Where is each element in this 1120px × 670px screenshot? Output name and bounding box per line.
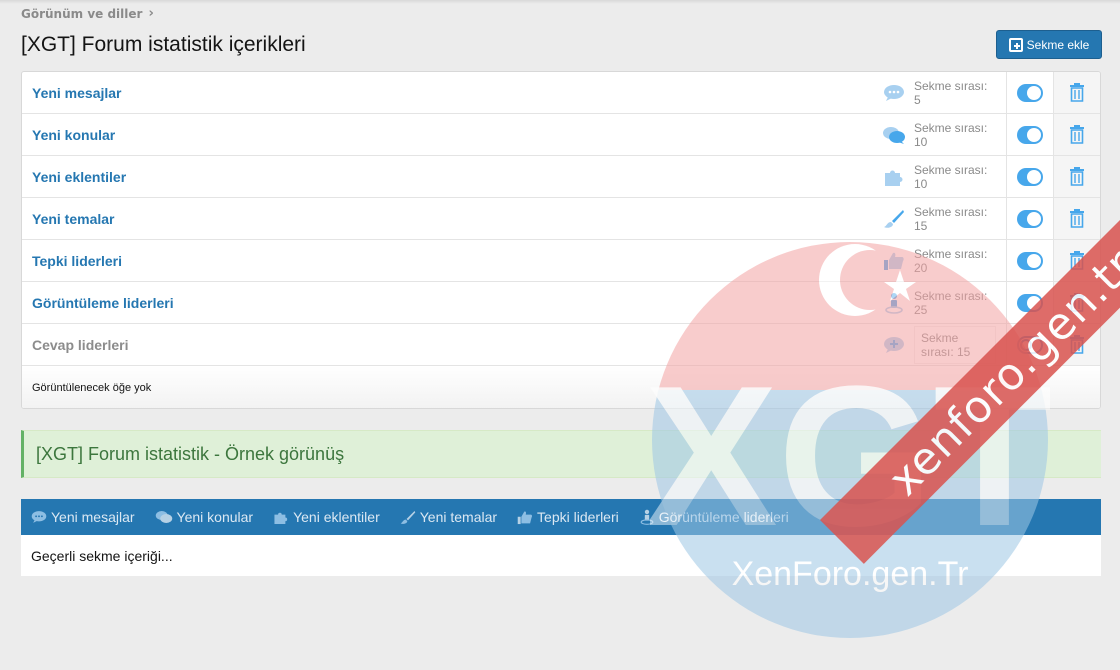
street-view-icon [640,509,654,525]
list-item: Cevap liderleri Sekme sırası: 15 [22,324,1100,366]
toggle-cell [1006,72,1053,113]
tab-name-link[interactable]: Yeni mesajlar [22,72,874,113]
delete-cell [1053,282,1100,323]
paint-brush-icon [400,510,416,524]
top-shadow [0,0,1120,4]
enable-toggle[interactable] [1017,167,1043,186]
tab-name-link[interactable]: Görüntüleme liderleri [22,282,874,323]
toggle-cell [1006,282,1053,323]
toggle-cell [1006,156,1053,197]
list-item: Yeni mesajlar Sekme sırası: 5 [22,72,1100,114]
tab-order: Sekme sırası: 5 [914,78,988,107]
comment-dots-icon [874,72,914,113]
tab-order: Sekme sırası: 15 [914,324,1006,365]
delete-cell [1053,72,1100,113]
puzzle-icon [274,512,288,524]
comment-dots-icon [31,511,47,523]
list-item: Yeni eklentiler Sekme sırası: 10 [22,156,1100,198]
comments-icon [874,114,914,155]
toggle-cell [1006,198,1053,239]
preview-tabs: Yeni mesajlar Yeni konular Yeni eklentil… [21,499,1101,535]
list-item: Görüntüleme liderleri Sekme sırası: 25 [22,282,1100,324]
puzzle-icon [874,156,914,197]
tab-order: Sekme sırası: 20 [914,246,988,275]
trash-icon[interactable] [1069,125,1085,144]
enable-toggle[interactable] [1017,83,1043,102]
delete-cell [1053,324,1100,365]
add-tab-label: Sekme ekle [1026,37,1090,52]
tab-reaction-leaders[interactable]: Tepki liderleri [517,509,619,525]
delete-cell [1053,198,1100,239]
trash-icon[interactable] [1069,251,1085,270]
delete-cell [1053,156,1100,197]
delete-cell [1053,240,1100,281]
page-title: [XGT] Forum istatistik içerikleri [21,33,306,56]
list-item: Yeni temalar Sekme sırası: 15 [22,198,1100,240]
tab-name-link[interactable]: Yeni eklentiler [22,156,874,197]
list-footer: Görüntülenecek öğe yok [22,366,1100,408]
tab-name-link[interactable]: Yeni temalar [22,198,874,239]
preview-title: [XGT] Forum istatistik - Örnek görünüş [21,430,1101,478]
tab-list: Yeni mesajlar Sekme sırası: 5 Yeni konul… [21,71,1101,409]
tab-new-threads[interactable]: Yeni konular [155,509,253,525]
tab-name-link[interactable]: Tepki liderleri [22,240,874,281]
plus-square-icon [1008,37,1023,52]
enable-toggle[interactable] [1017,209,1043,228]
enable-toggle[interactable] [1017,293,1043,312]
toggle-cell [1006,240,1053,281]
breadcrumb[interactable]: Görünüm ve diller › [21,6,154,21]
toggle-cell [1006,324,1053,365]
trash-icon[interactable] [1069,209,1085,228]
tab-new-themes[interactable]: Yeni temalar [400,509,497,525]
list-item: Tepki liderleri Sekme sırası: 20 [22,240,1100,282]
trash-icon[interactable] [1069,335,1085,354]
enable-toggle[interactable] [1017,125,1043,144]
toggle-cell [1006,114,1053,155]
trash-icon[interactable] [1069,293,1085,312]
paint-brush-icon [874,198,914,239]
tab-new-resources[interactable]: Yeni eklentiler [273,509,380,525]
tab-order: Sekme sırası: 10 [914,120,988,149]
comments-icon [155,511,172,523]
tab-order: Sekme sırası: 15 [914,204,988,233]
thumbs-up-icon [517,510,533,524]
comment-plus-icon [874,324,914,365]
tab-new-messages[interactable]: Yeni mesajlar [31,509,135,525]
tab-order: Sekme sırası: 10 [914,162,988,191]
tab-order: Sekme sırası: 25 [914,288,988,317]
thumbs-up-icon [874,240,914,281]
breadcrumb-link[interactable]: Görünüm ve diller [21,7,142,21]
tab-name-link[interactable]: Cevap liderleri [22,324,874,365]
tab-content: Geçerli sekme içeriği... [21,535,1101,576]
list-item: Yeni konular Sekme sırası: 10 [22,114,1100,156]
enable-toggle[interactable] [1017,335,1043,354]
add-tab-button[interactable]: Sekme ekle [996,30,1102,59]
tab-name-link[interactable]: Yeni konular [22,114,874,155]
delete-cell [1053,114,1100,155]
chevron-right-icon: › [148,6,154,21]
street-view-icon [874,282,914,323]
trash-icon[interactable] [1069,83,1085,102]
trash-icon[interactable] [1069,167,1085,186]
tab-view-leaders[interactable]: Görüntüleme liderleri [639,509,789,525]
enable-toggle[interactable] [1017,251,1043,270]
